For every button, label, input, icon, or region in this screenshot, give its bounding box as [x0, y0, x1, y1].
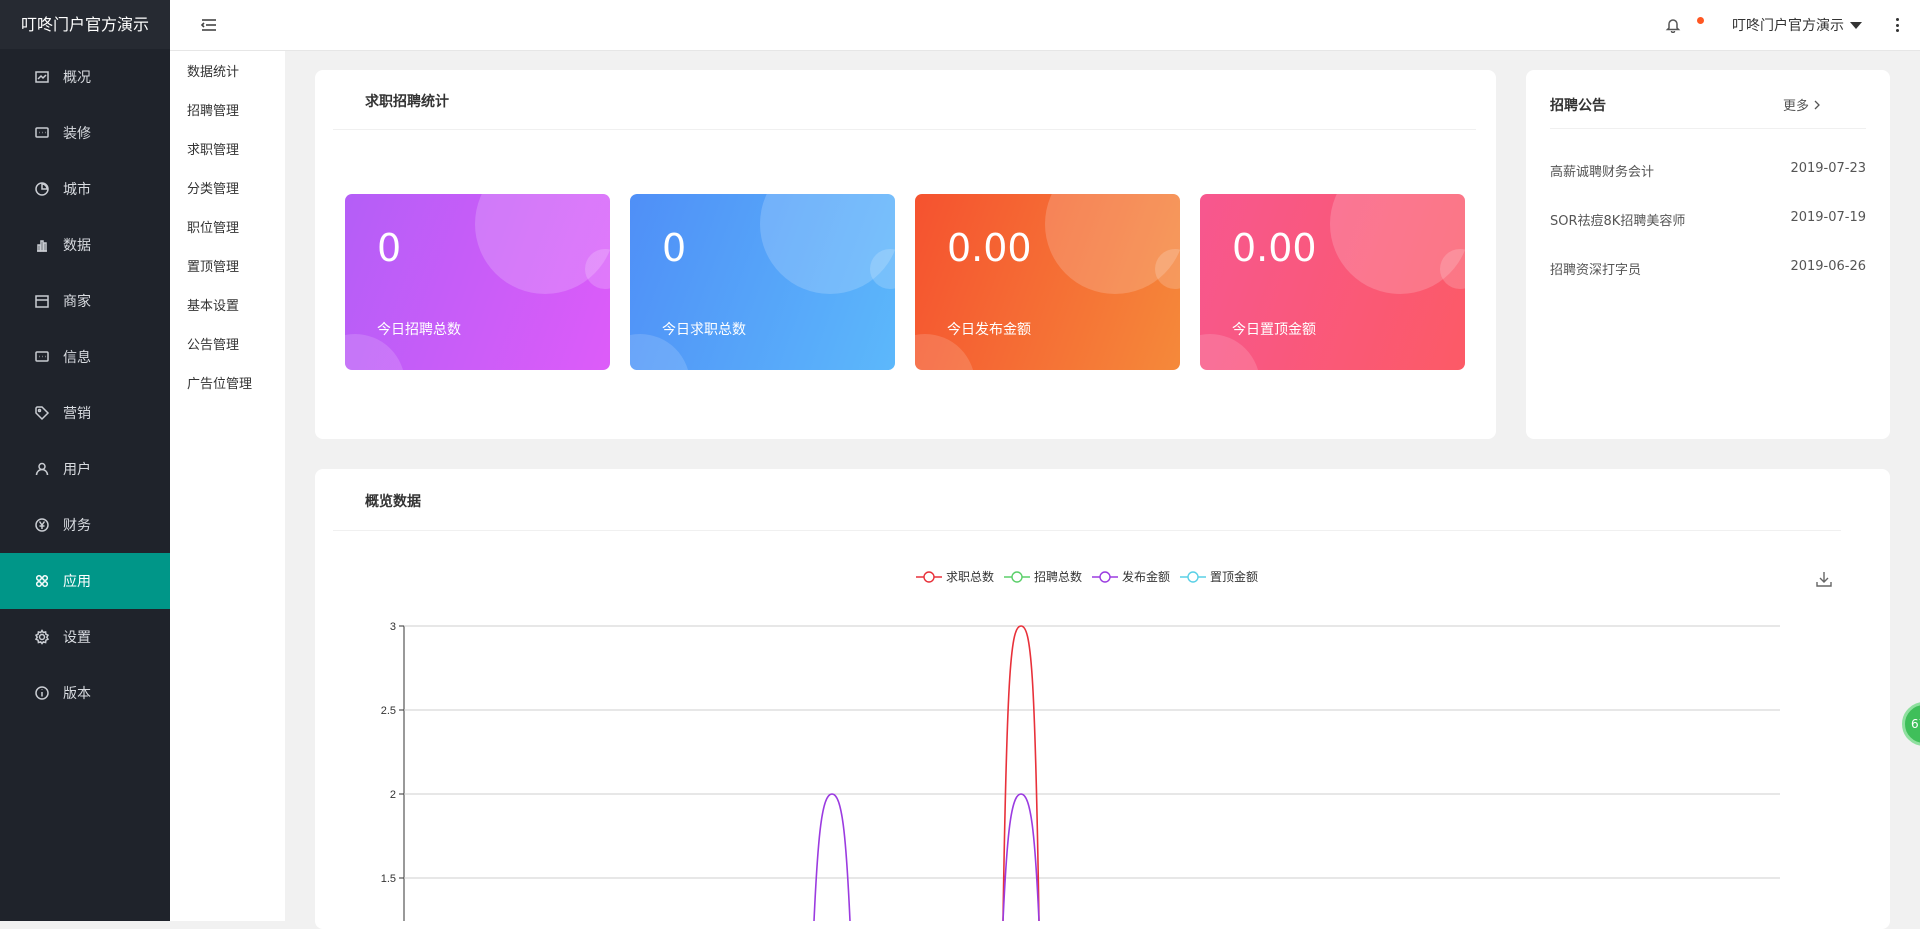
y-tick-label: 2	[390, 789, 396, 801]
series-line	[1002, 793, 1040, 921]
series-line	[1002, 625, 1040, 921]
y-tick-label: 2.5	[381, 705, 396, 717]
line-chart: 3 2.5 2 1.5	[381, 621, 1780, 921]
y-tick-label: 1.5	[381, 873, 396, 885]
y-tick-label: 3	[390, 621, 396, 633]
series-line	[813, 793, 851, 921]
